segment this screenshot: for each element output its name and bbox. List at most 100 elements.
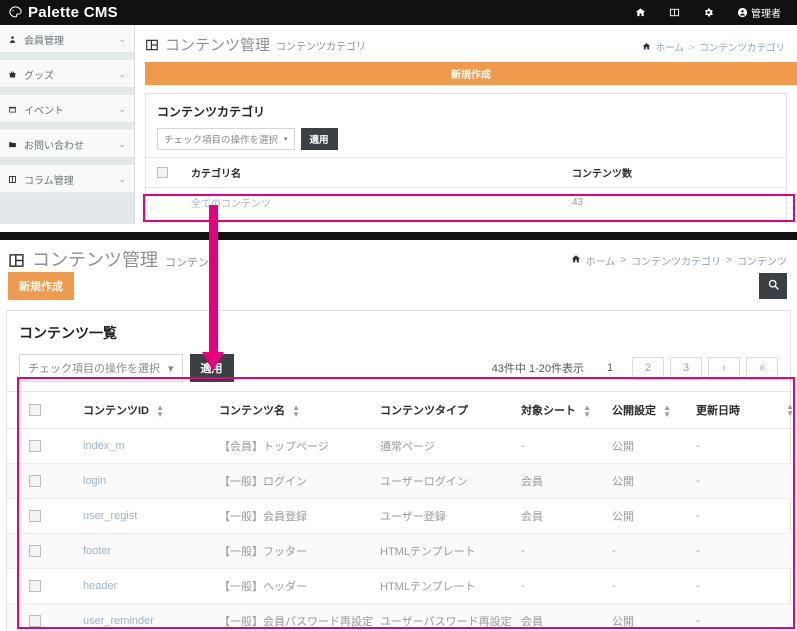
page-title-main: コンテンツ管理 — [32, 250, 158, 270]
content-id-link[interactable]: login — [83, 475, 106, 487]
updated-at-cell: - — [693, 603, 797, 631]
publish-setting-cell: - — [609, 568, 693, 605]
sidebar-item-column[interactable]: コラム管理 ⌄ — [0, 165, 134, 193]
sidebar-item-label: イベント — [24, 105, 64, 117]
page-3-button[interactable]: 3 — [670, 356, 702, 380]
column-content-count: コンテンツ数 — [568, 157, 786, 188]
row-checkbox-cell — [146, 217, 187, 224]
search-icon — [767, 278, 780, 294]
target-sheet-cell: - — [518, 533, 609, 570]
bulk-action-label: チェック項目の操作を選択 — [164, 135, 279, 146]
window-icon[interactable] — [669, 7, 680, 18]
content-type-cell: 通常ページ — [377, 428, 518, 465]
next-page-button[interactable]: › — [708, 356, 740, 380]
bulk-action-select[interactable]: チェック項目の操作を選択 ▾ — [19, 354, 183, 382]
row-checkbox-cell — [7, 428, 80, 465]
category-link[interactable]: 全てのコンテンツ — [191, 199, 271, 210]
home-icon[interactable] — [635, 7, 646, 18]
bulk-action-select[interactable]: チェック項目の操作を選択 ▾ — [157, 128, 295, 150]
brand-logo[interactable]: Palette CMS — [8, 4, 118, 21]
breadcrumb-current[interactable]: コンテンツ — [737, 253, 787, 268]
page-1-button[interactable]: 1 — [594, 357, 626, 380]
pagination: 43件中 1-20件表示 1 2 3 › » — [492, 356, 778, 380]
apply-button[interactable]: 適用 — [300, 128, 338, 150]
user-name-label: 管理者 — [751, 9, 781, 20]
sidebar-item-members[interactable]: 会員管理 ⌄ — [0, 25, 134, 53]
sidebar: 会員管理 ⌄ グッズ ⌄ イベント ⌄ お問い合わせ ⌄ コラム管理 ⌄ — [0, 25, 135, 224]
chevron-down-icon: ⌄ — [118, 103, 126, 114]
folder-icon — [7, 140, 18, 149]
table-row-highlighted[interactable]: サンプルサイト（会員サイト） 43 — [146, 217, 786, 224]
table-row[interactable]: 全てのコンテンツ 43 — [146, 187, 786, 218]
row-checkbox[interactable] — [29, 545, 41, 558]
table-row[interactable]: footer 【一般】フッター HTMLテンプレート - - - — [7, 533, 797, 570]
new-create-button[interactable]: 新規作成 — [145, 62, 797, 85]
breadcrumb-separator: > — [620, 255, 627, 266]
sidebar-item-event[interactable]: イベント ⌄ — [0, 95, 134, 123]
breadcrumb-home[interactable]: ホーム — [586, 253, 616, 268]
new-create-button[interactable]: 新規作成 — [8, 272, 74, 300]
content-id-link[interactable]: footer — [83, 545, 111, 557]
breadcrumb-separator: > — [688, 41, 695, 53]
target-sheet-cell: 会員 — [518, 463, 609, 500]
home-icon — [642, 42, 651, 53]
home-icon — [571, 254, 581, 267]
content-name-cell: 【一般】フッター — [216, 533, 377, 570]
publish-setting-cell: - — [609, 533, 693, 570]
sort-icon[interactable]: ▲ ▼ — [786, 403, 794, 418]
sort-icon[interactable]: ▲ ▼ — [583, 404, 591, 419]
breadcrumb-category[interactable]: コンテンツカテゴリ — [631, 253, 721, 268]
content-id-cell: user_regist — [80, 498, 216, 535]
select-all-checkbox[interactable] — [157, 166, 168, 178]
content-id-cell: user_reminder — [80, 603, 216, 631]
last-page-button[interactable]: » — [746, 356, 778, 380]
breadcrumb-separator: > — [726, 255, 732, 266]
row-checkbox[interactable] — [29, 475, 41, 488]
target-sheet-cell: 会員 — [518, 603, 609, 631]
calendar-icon — [7, 105, 18, 114]
content-id-link[interactable]: index_m — [83, 440, 125, 452]
row-checkbox[interactable] — [29, 510, 41, 523]
content-name-cell: 【一般】ヘッダー — [216, 568, 377, 605]
sidebar-item-label: コラム管理 — [24, 175, 74, 187]
sidebar-item-contact[interactable]: お問い合わせ ⌄ — [0, 130, 134, 158]
panel-separator-bar — [0, 232, 797, 240]
updated-at-cell: - — [693, 568, 797, 605]
row-checkbox[interactable] — [29, 440, 41, 453]
publish-setting-cell: 公開 — [609, 463, 693, 500]
search-button[interactable] — [759, 273, 787, 299]
row-checkbox[interactable] — [29, 615, 41, 628]
sidebar-divider — [0, 123, 134, 130]
sort-icon[interactable]: ▲ ▼ — [663, 404, 671, 419]
sidebar-item-label: 会員管理 — [24, 35, 64, 47]
sort-icon[interactable]: ▲ ▼ — [292, 404, 300, 419]
page-2-button[interactable]: 2 — [632, 356, 664, 380]
select-all-checkbox[interactable] — [29, 404, 41, 417]
content-id-link[interactable]: header — [83, 580, 117, 592]
sort-icon[interactable]: ▲ ▼ — [156, 404, 164, 419]
gear-icon[interactable] — [703, 7, 714, 18]
user-menu[interactable]: 管理者 — [737, 5, 781, 20]
sidebar-item-goods[interactable]: グッズ ⌄ — [0, 60, 134, 88]
column-content-id: コンテンツID ▲ ▼ — [80, 390, 216, 430]
table-row[interactable]: index_m 【会員】トップページ 通常ページ - 公開 - — [7, 428, 797, 465]
target-sheet-cell: 会員 — [518, 498, 609, 535]
bulk-action-label: チェック項目の操作を選択 — [28, 363, 160, 375]
content-id-link[interactable]: user_reminder — [83, 615, 154, 627]
table-row[interactable]: header 【一般】ヘッダー HTMLテンプレート - - - — [7, 568, 797, 605]
breadcrumb-home[interactable]: ホーム — [656, 40, 684, 54]
breadcrumb: ホーム > コンテンツカテゴリ — [642, 34, 785, 54]
content-type-cell: HTMLテンプレート — [377, 568, 518, 605]
updated-at-cell: - — [693, 498, 797, 535]
row-checkbox-cell — [146, 187, 187, 218]
column-content-name: コンテンツ名 ▲ ▼ — [216, 390, 377, 430]
row-checkbox[interactable] — [29, 580, 41, 593]
content-category-card: コンテンツカテゴリ チェック項目の操作を選択 ▾ 適用 カテゴリ名 コンテンツ数… — [145, 93, 787, 224]
breadcrumb-current[interactable]: コンテンツカテゴリ — [699, 40, 785, 54]
table-row[interactable]: user_reminder 【一般】会員パスワード再設定 ユーザーパスワード再設… — [7, 603, 797, 631]
content-id-cell: footer — [80, 533, 216, 570]
content-id-link[interactable]: user_regist — [83, 510, 137, 522]
table-row[interactable]: user_regist 【一般】会員登録 ユーザー登録 会員 公開 - — [7, 498, 797, 535]
table-row[interactable]: login 【一般】ログイン ユーザーログイン 会員 公開 - — [7, 463, 797, 500]
select-all-header — [7, 390, 80, 430]
